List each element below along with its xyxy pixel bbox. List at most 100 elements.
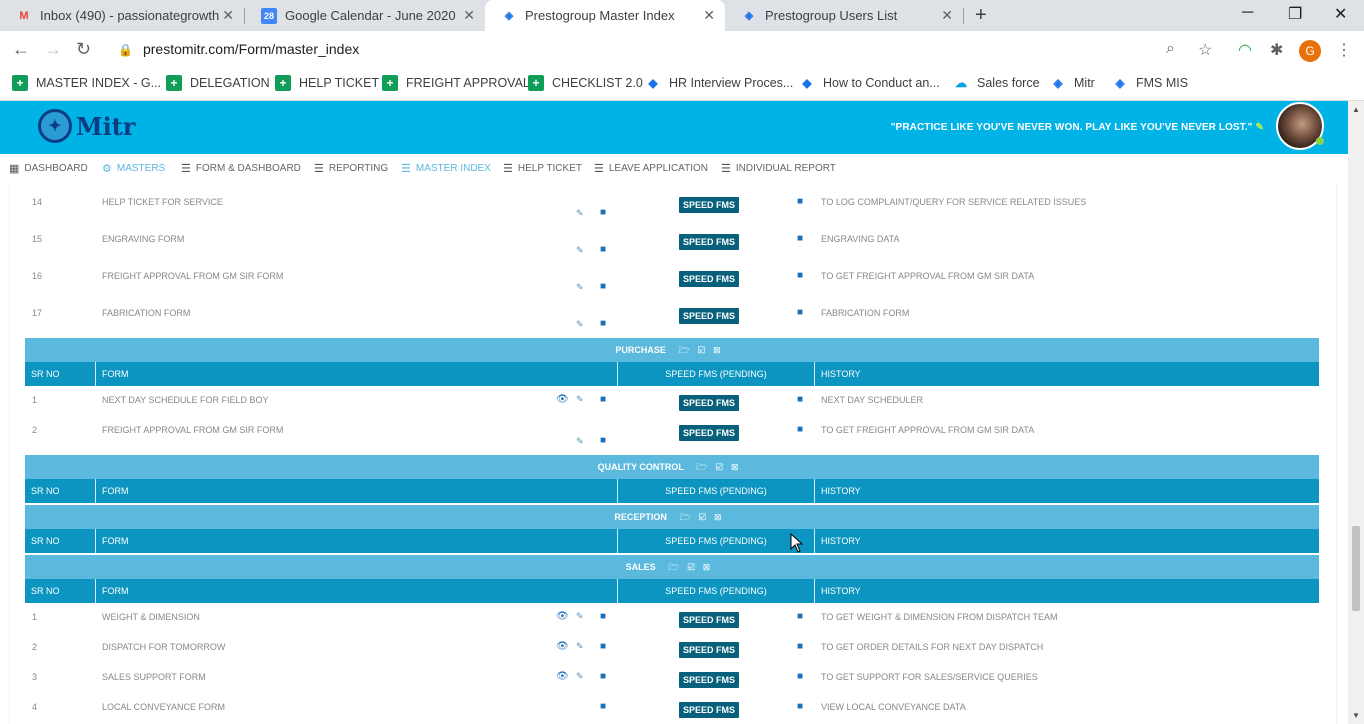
edit-icon[interactable]: ✎ (1256, 122, 1264, 133)
close-box-icon[interactable]: ⊠ (731, 462, 747, 472)
speed-fms-button[interactable]: SPEED FMS (679, 308, 740, 324)
eye-icon[interactable]: 👁 (556, 611, 569, 622)
video-icon[interactable]: ■ (600, 435, 606, 446)
browser-profile-avatar[interactable]: G (1299, 40, 1321, 62)
menu-help-ticket[interactable]: ☰ HELP TICKET (503, 162, 582, 175)
speed-fms-button[interactable]: SPEED FMS (679, 271, 740, 287)
video-icon[interactable]: ■ (797, 641, 803, 652)
checkbox-icon[interactable]: ☑ (715, 462, 730, 472)
edit-icon[interactable]: ✎ (576, 436, 584, 447)
close-box-icon[interactable]: ⊠ (703, 562, 719, 572)
menu-leave-application[interactable]: ☰ LEAVE APPLICATION (594, 162, 708, 175)
video-icon[interactable]: ■ (600, 281, 606, 292)
extensions-icon[interactable]: ✱ (1270, 40, 1283, 60)
edit-icon[interactable]: ✎ (576, 394, 584, 405)
bookmark-freight-approval[interactable]: + FREIGHT APPROVAL (382, 75, 530, 91)
eye-icon[interactable]: 👁 (556, 671, 569, 682)
video-icon[interactable]: ■ (797, 671, 803, 682)
reload-icon[interactable]: ↻ (76, 39, 91, 60)
extension-rainbow-icon[interactable]: ◠ (1238, 40, 1252, 60)
tab-gmail[interactable]: M Inbox (490) - passionategrowth@ ✕ (0, 0, 244, 31)
close-box-icon[interactable]: ⊠ (713, 345, 729, 355)
video-icon[interactable]: ■ (797, 424, 803, 435)
speed-fms-button[interactable]: SPEED FMS (679, 425, 740, 441)
restore-icon[interactable]: ❐ (1288, 4, 1302, 24)
more-menu-icon[interactable]: ⋮ (1336, 40, 1352, 60)
edit-icon[interactable]: ✎ (576, 671, 584, 682)
video-icon[interactable]: ■ (797, 233, 803, 244)
close-window-icon[interactable]: ✕ (1334, 4, 1347, 24)
menu-dashboard[interactable]: ▦ DASHBOARD (9, 162, 88, 175)
minimize-icon[interactable]: ─ (1242, 4, 1253, 22)
checkbox-icon[interactable]: ☑ (687, 562, 702, 572)
bookmark-checklist[interactable]: + CHECKLIST 2.0 (528, 75, 643, 91)
folder-icon[interactable]: 🗁 (679, 512, 698, 522)
tab-master-index[interactable]: ◈ Prestogroup Master Index ✕ (485, 0, 725, 31)
video-icon[interactable]: ■ (797, 611, 803, 622)
bookmark-how-to-conduct[interactable]: ◆ How to Conduct an... (799, 75, 939, 91)
edit-icon[interactable]: ✎ (576, 208, 584, 219)
close-icon[interactable]: ✕ (463, 7, 475, 24)
video-icon[interactable]: ■ (600, 394, 606, 405)
bookmark-master-index[interactable]: + MASTER INDEX - G... (12, 75, 161, 91)
close-icon[interactable]: ✕ (222, 7, 234, 24)
speed-fms-button[interactable]: SPEED FMS (679, 612, 740, 628)
checkbox-icon[interactable]: ☑ (698, 345, 713, 355)
star-icon[interactable]: ☆ (1198, 40, 1212, 60)
bookmark-salesforce[interactable]: ☁ Sales force (953, 75, 1040, 91)
bookmark-fms-mis[interactable]: ◈ FMS MIS (1112, 75, 1188, 91)
edit-icon[interactable]: ✎ (576, 282, 584, 293)
tab-calendar[interactable]: 28 Google Calendar - June 2020 ✕ (245, 0, 485, 31)
edit-icon[interactable]: ✎ (576, 641, 584, 652)
edit-icon[interactable]: ✎ (576, 611, 584, 622)
back-icon[interactable]: ← (12, 39, 30, 60)
folder-icon[interactable]: 🗁 (678, 345, 697, 355)
menu-master-index[interactable]: ☰ MASTER INDEX (401, 162, 491, 175)
zoom-icon[interactable]: ⌕ (1166, 40, 1175, 58)
video-icon[interactable]: ■ (797, 270, 803, 281)
speed-fms-button[interactable]: SPEED FMS (679, 395, 740, 411)
close-icon[interactable]: ✕ (703, 7, 715, 24)
video-icon[interactable]: ■ (600, 641, 606, 652)
edit-icon[interactable]: ✎ (576, 319, 584, 330)
close-icon[interactable]: ✕ (941, 7, 953, 24)
menu-masters[interactable]: ⚙ MASTERS (102, 162, 165, 175)
speed-fms-button[interactable]: SPEED FMS (679, 702, 740, 718)
video-icon[interactable]: ■ (600, 701, 606, 712)
edit-icon[interactable]: ✎ (576, 245, 584, 256)
speed-fms-button[interactable]: SPEED FMS (679, 234, 740, 250)
scroll-down-icon[interactable]: ▼ (1352, 711, 1360, 720)
video-icon[interactable]: ■ (797, 307, 803, 318)
page-scrollbar[interactable]: ▲ ▼ (1348, 101, 1364, 724)
bookmark-delegation[interactable]: + DELEGATION (166, 75, 270, 91)
url-field[interactable]: 🔒 prestomitr.com/Form/master_index (118, 41, 359, 57)
folder-icon[interactable]: 🗁 (696, 462, 715, 472)
video-icon[interactable]: ■ (797, 701, 803, 712)
video-icon[interactable]: ■ (600, 611, 606, 622)
menu-form-dashboard[interactable]: ☰ FORM & DASHBOARD (181, 162, 301, 175)
checkbox-icon[interactable]: ☑ (699, 512, 714, 522)
bookmark-hr-interview[interactable]: ◆ HR Interview Proces... (645, 75, 793, 91)
video-icon[interactable]: ■ (600, 207, 606, 218)
eye-icon[interactable]: 👁 (556, 394, 569, 405)
speed-fms-button[interactable]: SPEED FMS (679, 197, 740, 213)
video-icon[interactable]: ■ (797, 196, 803, 207)
video-icon[interactable]: ■ (600, 244, 606, 255)
video-icon[interactable]: ■ (600, 318, 606, 329)
close-box-icon[interactable]: ⊠ (714, 512, 730, 522)
menu-individual-report[interactable]: ☰ INDIVIDUAL REPORT (721, 162, 836, 175)
new-tab-button[interactable]: + (975, 4, 987, 27)
mitr-logo[interactable]: ✦ Mitr (38, 109, 135, 143)
scroll-thumb[interactable] (1352, 526, 1360, 611)
scroll-up-icon[interactable]: ▲ (1352, 105, 1360, 114)
eye-icon[interactable]: 👁 (556, 641, 569, 652)
bookmark-mitr[interactable]: ◈ Mitr (1050, 75, 1094, 91)
bookmark-help-ticket[interactable]: + HELP TICKET (275, 75, 379, 91)
menu-reporting[interactable]: ☰ REPORTING (314, 162, 388, 175)
speed-fms-button[interactable]: SPEED FMS (679, 672, 740, 688)
video-icon[interactable]: ■ (600, 671, 606, 682)
video-icon[interactable]: ■ (797, 394, 803, 405)
speed-fms-button[interactable]: SPEED FMS (679, 642, 740, 658)
tab-users-list[interactable]: ◈ Prestogroup Users List ✕ (725, 0, 963, 31)
folder-icon[interactable]: 🗁 (668, 562, 687, 572)
